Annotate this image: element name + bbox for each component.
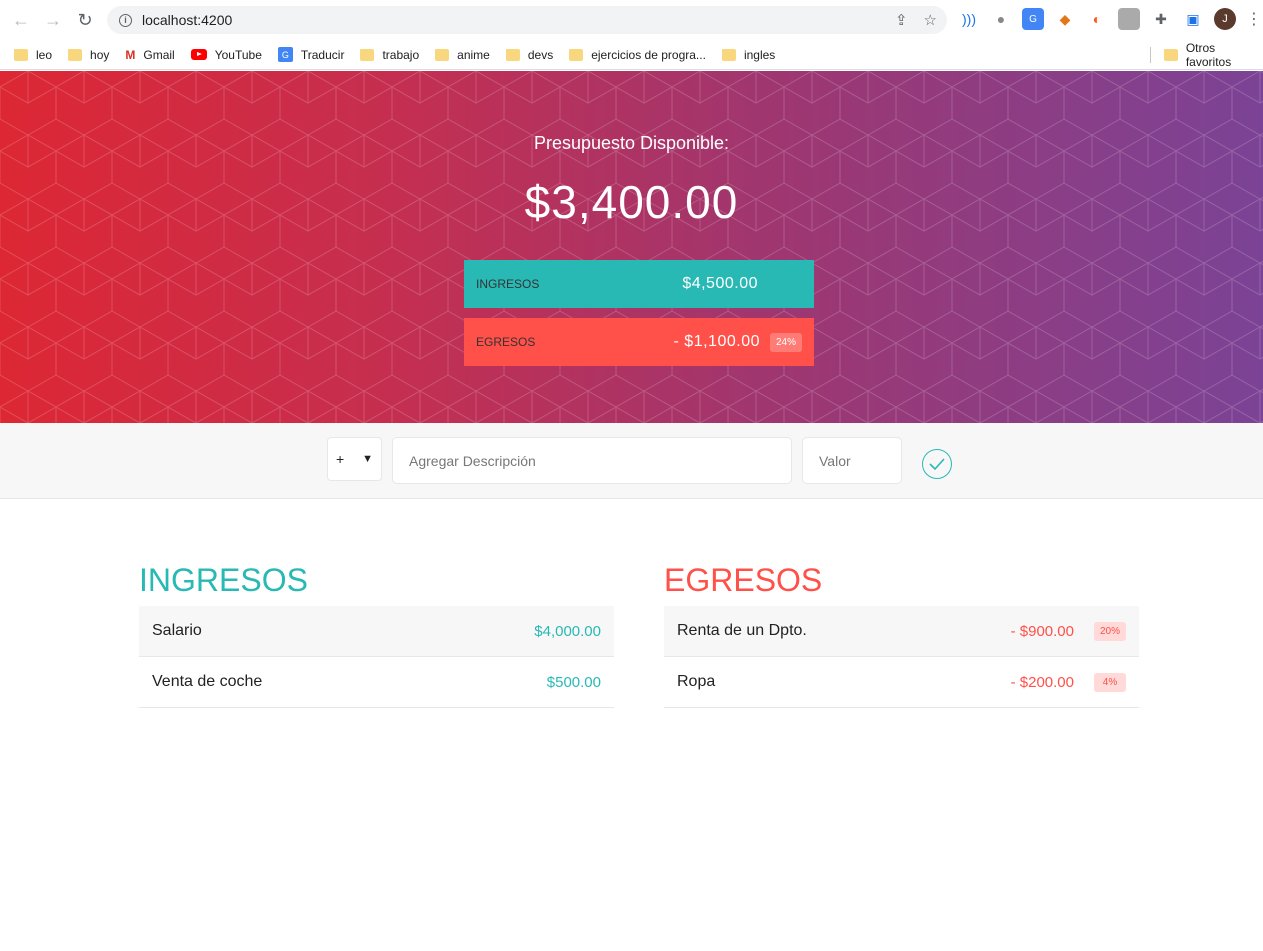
bookmark-ejercicios[interactable]: ejercicios de progra... (569, 48, 706, 62)
url-text: localhost:4200 (142, 12, 233, 28)
expense-summary-value: - $1,100.00 (673, 333, 760, 350)
bookmark-devs[interactable]: devs (505, 48, 553, 62)
income-summary-value: $4,500.00 (682, 275, 758, 292)
bookmark-gmail[interactable]: M Gmail (125, 48, 174, 62)
item-percentage-badge: 4% (1094, 672, 1126, 692)
chevron-down-icon: ▼ (362, 453, 373, 465)
type-select-value: + (336, 451, 345, 467)
youtube-icon (190, 49, 207, 60)
bookmark-leo[interactable]: leo (14, 48, 52, 62)
expense-percentage-badge: 24% (769, 332, 802, 352)
site-info-icon[interactable]: i (119, 13, 132, 27)
folder-icon (14, 48, 28, 61)
share-icon[interactable]: ⇪ (895, 11, 908, 29)
extension-metamask-icon[interactable]: ◆ (1054, 8, 1076, 30)
bookmark-anime[interactable]: anime (435, 48, 490, 62)
checkmark-icon (929, 458, 945, 470)
list-item[interactable]: Venta de coche $500.00 (139, 657, 614, 708)
item-description: Venta de coche (152, 673, 263, 690)
add-button[interactable] (922, 449, 952, 479)
list-item[interactable]: Salario $4,000.00 (139, 606, 614, 657)
bookmark-hoy[interactable]: hoy (68, 48, 109, 62)
item-value: - $200.00 (1010, 673, 1074, 691)
item-description: Ropa (677, 673, 716, 690)
expense-list: EGRESOS Renta de un Dpto. - $900.00 20% … (664, 560, 1139, 708)
folder-icon (721, 48, 736, 61)
list-item[interactable]: Renta de un Dpto. - $900.00 20% (664, 606, 1139, 657)
available-budget-value: $3,400.00 (524, 176, 739, 228)
folder-icon (68, 48, 83, 61)
expense-summary-label: EGRESOS (476, 335, 536, 349)
extension-image-icon[interactable] (1118, 8, 1140, 30)
add-entry-bar: + ▼ (0, 423, 1263, 499)
extension-translate-icon[interactable]: G (1022, 8, 1044, 30)
description-input[interactable] (392, 437, 792, 484)
type-select[interactable]: + ▼ (327, 437, 382, 481)
item-description: Salario (152, 622, 202, 639)
translate-icon: G (277, 47, 293, 62)
bookmark-star-icon[interactable]: ☆ (924, 11, 937, 29)
income-summary-label: INGRESOS (476, 277, 540, 291)
profile-avatar[interactable]: J (1214, 8, 1236, 30)
income-list-title: INGRESOS (139, 562, 308, 598)
expense-list-title: EGRESOS (664, 562, 823, 598)
folder-icon (360, 48, 375, 61)
item-description: Renta de un Dpto. (677, 622, 807, 639)
bookmark-other-favorites[interactable]: Otros favoritos (1164, 41, 1263, 69)
bookmark-trabajo[interactable]: trabajo (360, 48, 419, 62)
extension-refresh-icon[interactable]: ◐ (1086, 8, 1108, 30)
item-percentage-badge: 20% (1094, 621, 1126, 641)
bookmarks-bar: leo hoy M Gmail YouTube G Traducir trabajo… (0, 40, 1263, 70)
expense-summary: EGRESOS - $1,100.00 24% (464, 318, 814, 366)
menu-kebab-icon[interactable]: ⋮ (1246, 9, 1262, 29)
extension-wifi-icon[interactable]: ))) (958, 8, 980, 30)
list-item[interactable]: Ropa - $200.00 4% (664, 657, 1139, 708)
extensions-puzzle-icon[interactable]: ✚ (1150, 8, 1172, 30)
income-list: INGRESOS Salario $4,000.00 Venta de coch… (139, 560, 614, 708)
item-value: - $900.00 (1010, 622, 1074, 640)
budget-hero: Presupuesto Disponible: $3,400.00 INGRES… (0, 71, 1263, 423)
value-input[interactable] (802, 437, 902, 484)
browser-toolbar: ← → ↻ i localhost:4200 ⇪ ☆ ))) ● G ◆ ◐ ✚… (0, 0, 1263, 40)
address-bar[interactable]: i localhost:4200 ⇪ ☆ (107, 6, 947, 34)
bookmark-traducir[interactable]: G Traducir (277, 47, 344, 62)
folder-icon (1164, 48, 1178, 61)
item-value: $4,000.00 (534, 622, 601, 640)
bookmarks-separator (1150, 47, 1151, 63)
sidepanel-icon[interactable]: ▣ (1182, 8, 1204, 30)
folder-icon (505, 48, 520, 61)
income-summary: INGRESOS $4,500.00 (464, 260, 814, 308)
folder-icon (569, 48, 584, 61)
extension-pumpkin-icon[interactable]: ● (990, 8, 1012, 30)
back-icon[interactable]: ← (6, 5, 36, 35)
gmail-icon: M (125, 47, 136, 62)
reload-icon[interactable]: ↻ (70, 5, 100, 35)
bookmark-ingles[interactable]: ingles (721, 48, 775, 62)
forward-icon[interactable]: → (38, 5, 68, 35)
item-value: $500.00 (546, 673, 601, 691)
hex-pattern-background (0, 71, 1263, 423)
bookmark-youtube[interactable]: YouTube (190, 48, 262, 62)
folder-icon (435, 48, 450, 61)
available-budget-title: Presupuesto Disponible: (533, 133, 730, 153)
